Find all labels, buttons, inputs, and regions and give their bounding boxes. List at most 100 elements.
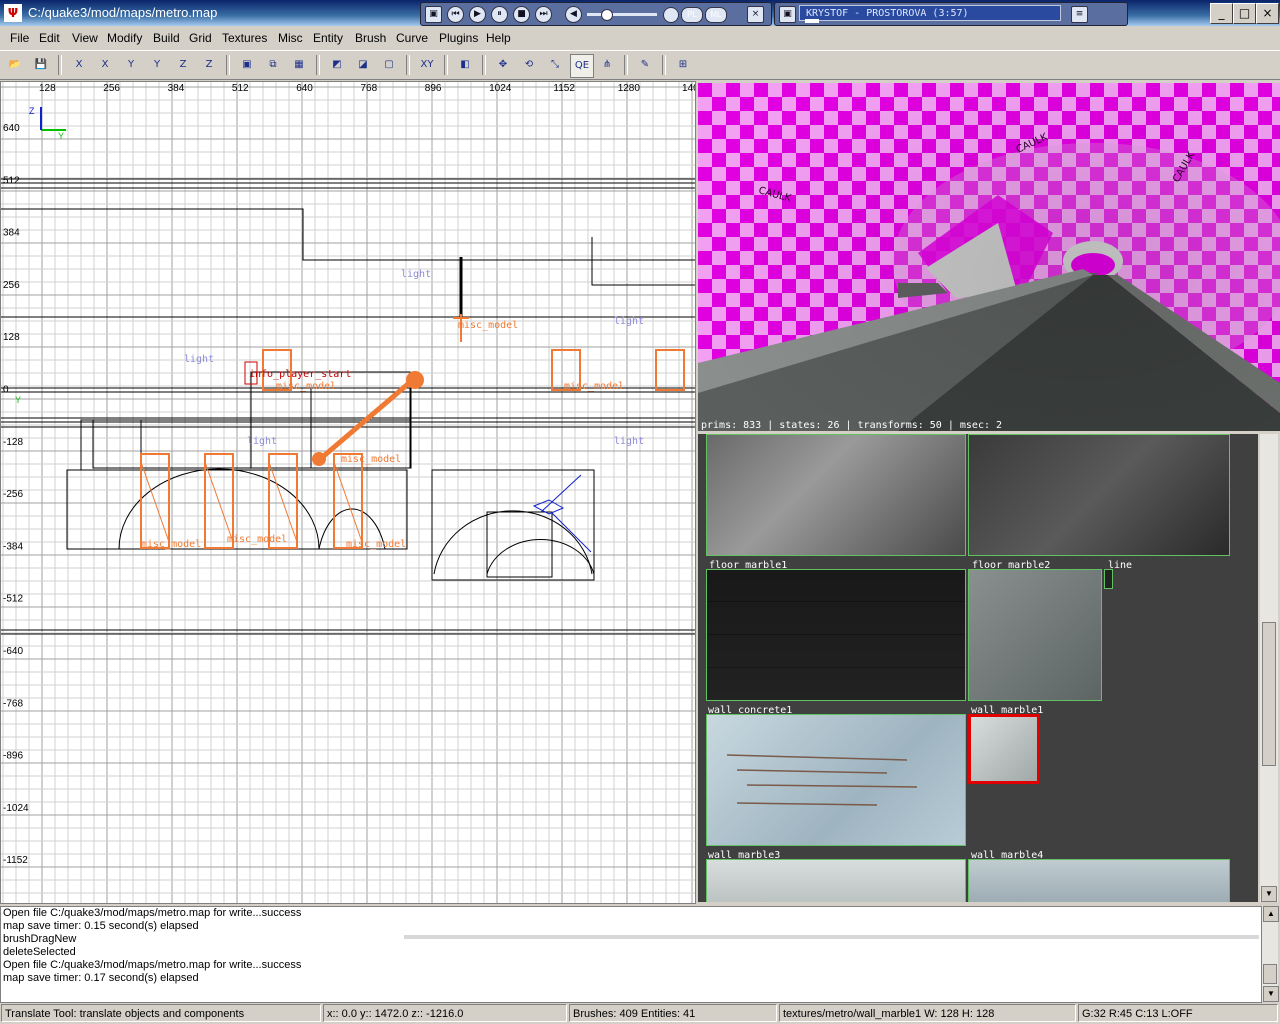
texture-wall-marble1-selected[interactable] [968, 714, 1040, 784]
toolbar-separator [662, 55, 666, 75]
select-inside-icon[interactable]: ▦ [288, 54, 310, 76]
left-ruler-label: -128 [3, 437, 23, 448]
track-seek-slider[interactable] [805, 19, 819, 23]
grid-view-canvas[interactable]: light light light light light info_player_sta… [1, 82, 695, 903]
menu-build[interactable]: Build [153, 31, 180, 45]
entity-label-misc_model1[interactable]: misc_model [458, 320, 518, 331]
open-icon[interactable]: 📂 [4, 54, 26, 76]
entity-label-light5[interactable]: light [614, 436, 644, 447]
player-menu-icon[interactable]: ▣ [425, 6, 442, 23]
rotate-y-icon[interactable]: Y [146, 54, 168, 76]
texture-browser[interactable]: floor_marble1 floor_marble2 line wall_co… [698, 434, 1258, 902]
minimize-button[interactable]: _ [1210, 3, 1233, 24]
texture-wall-marble3[interactable] [706, 859, 966, 902]
left-ruler-label: -1024 [3, 803, 29, 814]
qe-tool-icon[interactable]: QE [570, 54, 594, 78]
texture-wall-marble4[interactable] [968, 859, 1230, 902]
texture-tile[interactable] [706, 434, 966, 556]
console-scrollbar[interactable]: ▲ ▼ [1262, 906, 1279, 1002]
texture-lock-icon[interactable]: ◧ [454, 54, 476, 76]
volume-icon[interactable]: ◀ [565, 6, 582, 23]
maximize-button[interactable]: □ [1233, 3, 1256, 24]
menu-misc[interactable]: Misc [278, 31, 303, 45]
texture-preview [726, 754, 918, 806]
volume-knob[interactable] [601, 9, 613, 21]
csg-subtract-icon[interactable]: ◩ [326, 54, 348, 76]
entity-icon[interactable]: ✎ [634, 54, 656, 76]
entity-label-misc_model2[interactable]: misc_model [276, 381, 336, 392]
entity-label-misc_model3[interactable]: misc_model [564, 381, 624, 392]
translate-tool-icon[interactable]: ✥ [492, 54, 514, 76]
texture-scroll-thumb[interactable] [1262, 622, 1276, 766]
previous-icon[interactable]: ⏮ [447, 6, 464, 23]
texture-scrollbar[interactable]: ▼ [1260, 434, 1278, 902]
toolbar-separator [482, 55, 486, 75]
scale-tool-icon[interactable]: ⤡ [544, 54, 566, 76]
rotate-x-icon[interactable]: X [94, 54, 116, 76]
scroll-up-icon[interactable]: ▲ [1263, 906, 1279, 922]
axis-z-label: Z [29, 106, 35, 116]
play-icon[interactable]: ▶ [469, 6, 486, 23]
entity-label-misc_model6[interactable]: misc_model [227, 534, 287, 545]
texture-floor-marble2[interactable] [968, 569, 1102, 701]
texture-floor-marble1[interactable] [706, 569, 966, 701]
entity-label-light1[interactable]: light [401, 269, 431, 280]
entity-label-light3[interactable]: light [184, 354, 214, 365]
menu-help[interactable]: Help [486, 31, 511, 45]
region-lock-icon[interactable]: ⊞ [672, 54, 694, 76]
entity-label-light2[interactable]: light [614, 316, 644, 327]
camera-canvas[interactable]: CAULK CAULK CAULK prims: 833 | states: 2… [698, 83, 1280, 431]
entity-label-light4[interactable]: light [247, 436, 277, 447]
entity-label-info_player_start[interactable]: info_player_start [249, 369, 351, 380]
radiant-icon[interactable]: Ψ [4, 4, 22, 22]
texture-tile[interactable] [968, 434, 1230, 556]
rotate-z-icon[interactable]: Z [198, 54, 220, 76]
save-icon[interactable]: 💾 [30, 54, 52, 76]
track-menu-icon[interactable]: ▣ [779, 6, 796, 23]
entity-label-misc_model4[interactable]: misc_model [341, 454, 401, 465]
console-line: map save timer: 0.17 second(s) elapsed [3, 972, 199, 984]
menu-file[interactable]: File [10, 31, 29, 45]
console-log[interactable]: Open file C:/quake3/mod/maps/metro.map f… [0, 906, 1262, 1003]
texture-wall-concrete1[interactable] [706, 714, 966, 846]
change-view-icon[interactable]: XY [416, 54, 438, 76]
menu-modify[interactable]: Modify [107, 31, 142, 45]
player-close-icon[interactable]: × [747, 6, 764, 23]
console-scroll-thumb[interactable] [1263, 964, 1277, 984]
entity-label-misc_model5[interactable]: misc_model [141, 539, 201, 550]
flip-x-icon[interactable]: X [68, 54, 90, 76]
menu-plugins[interactable]: Plugins [439, 31, 478, 45]
menu-edit[interactable]: Edit [39, 31, 60, 45]
select-touching-icon[interactable]: ⧉ [262, 54, 284, 76]
csg-merge-icon[interactable]: ◪ [352, 54, 374, 76]
rotate-tool-icon[interactable]: ⟲ [518, 54, 540, 76]
console-horizontal-scroll[interactable] [404, 935, 1259, 939]
menu-curve[interactable]: Curve [396, 31, 428, 45]
flip-y-icon[interactable]: Y [120, 54, 142, 76]
close-button[interactable]: × [1256, 3, 1279, 24]
stop-icon[interactable]: ■ [513, 6, 530, 23]
menu-grid[interactable]: Grid [189, 31, 212, 45]
scroll-down-icon[interactable]: ▼ [1263, 986, 1279, 1002]
vertex-tool-icon[interactable]: ⋔ [596, 54, 618, 76]
menu-entity[interactable]: Entity [313, 31, 343, 45]
next-icon[interactable]: ⏭ [535, 6, 552, 23]
select-complete-tall-icon[interactable]: ▣ [236, 54, 258, 76]
camera-view[interactable]: CAULK CAULK CAULK prims: 833 | states: 2… [698, 83, 1280, 431]
scroll-down-icon[interactable]: ▼ [1261, 886, 1277, 902]
volume-slider[interactable] [587, 13, 657, 16]
entity-label-misc_model7[interactable]: misc_model [346, 539, 406, 550]
pause-icon[interactable]: ⏸ [491, 6, 508, 23]
track-options-icon[interactable]: ≡ [1071, 6, 1088, 23]
texture-line[interactable] [1104, 569, 1113, 589]
menu-textures[interactable]: Textures [222, 31, 267, 45]
balance-knob[interactable] [663, 7, 679, 23]
playlist-button[interactable]: PL [681, 7, 703, 23]
make-hollow-icon[interactable]: ▢ [378, 54, 400, 76]
menu-view[interactable]: View [72, 31, 98, 45]
media-library-button[interactable]: ML [705, 7, 727, 23]
orthographic-view[interactable]: light light light light light info_player_sta… [0, 81, 696, 904]
menu-brush[interactable]: Brush [355, 31, 386, 45]
flip-z-icon[interactable]: Z [172, 54, 194, 76]
top-ruler-label: 1280 [618, 83, 641, 94]
